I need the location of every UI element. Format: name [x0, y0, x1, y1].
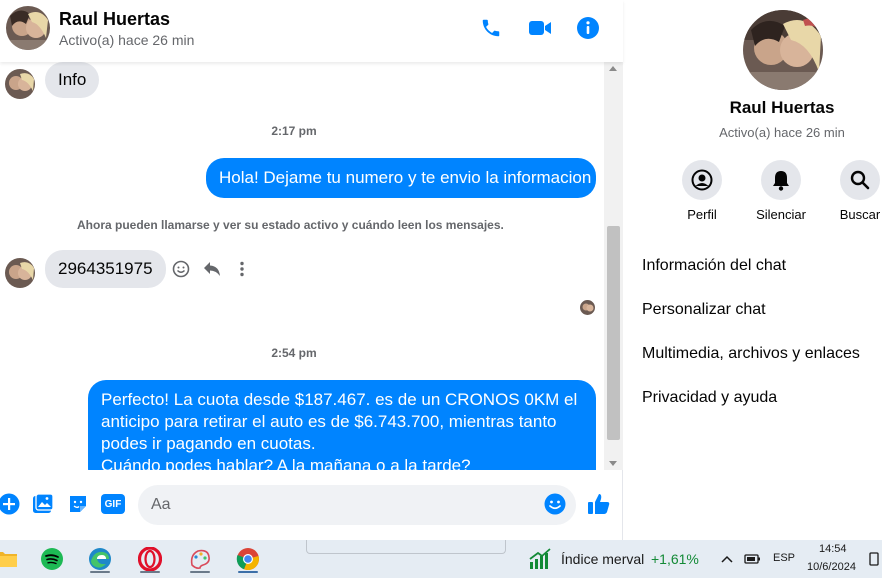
incoming-message-phone[interactable]: 2964351975: [45, 250, 166, 288]
message-line: Perfecto! La cuota desde $187.467. es de…: [101, 390, 578, 409]
stock-change: +1,61%: [651, 551, 699, 567]
composer: GIF: [0, 480, 623, 532]
search-label: Buscar: [839, 207, 881, 222]
profile-icon: [682, 160, 722, 200]
message-scrollbar[interactable]: [604, 62, 623, 470]
contact-avatar-small: [5, 69, 35, 99]
phone-icon[interactable]: [478, 15, 504, 41]
scroll-up-arrow-icon[interactable]: [609, 66, 617, 71]
edge-icon[interactable]: [86, 545, 114, 573]
contact-avatar[interactable]: [6, 6, 50, 50]
outgoing-message-long[interactable]: Perfecto! La cuota desde $187.467. es de…: [88, 380, 596, 470]
message-list[interactable]: Info 2:17 pm Hola! Dejame tu numero y te…: [0, 62, 604, 470]
scroll-down-arrow-icon[interactable]: [609, 461, 617, 466]
customize-chat-menu-item[interactable]: Personalizar chat: [642, 301, 766, 319]
profile-button[interactable]: Perfil: [662, 160, 742, 222]
gif-label: GIF: [101, 494, 125, 514]
media-files-links-menu-item[interactable]: Multimedia, archivos y enlaces: [642, 345, 860, 363]
language-indicator[interactable]: ESP: [773, 552, 795, 564]
file-explorer-icon[interactable]: [0, 545, 20, 573]
notification-icon[interactable]: [866, 545, 882, 573]
timestamp: 2:17 pm: [271, 124, 317, 138]
like-icon[interactable]: [587, 492, 611, 516]
contact-avatar-large[interactable]: [743, 10, 823, 90]
stock-name[interactable]: Índice merval: [561, 551, 644, 567]
app-active-indicator: [238, 571, 258, 573]
profile-label: Perfil: [687, 207, 717, 222]
sticker-icon[interactable]: [66, 492, 90, 516]
react-icon[interactable]: [170, 258, 192, 280]
spotify-icon[interactable]: [38, 545, 66, 573]
stock-chart-icon[interactable]: [526, 545, 554, 573]
contact-status: Activo(a) hace 26 min: [59, 32, 195, 48]
emoji-icon[interactable]: [543, 492, 567, 516]
paint-icon[interactable]: [186, 545, 214, 573]
message-line: podes ir pagando en cuotas.: [101, 434, 316, 453]
chat-header: Raul Huertas Activo(a) hace 26 min: [0, 0, 623, 62]
outgoing-message[interactable]: Hola! Dejame tu numero y te envio la inf…: [206, 158, 596, 198]
gif-icon[interactable]: GIF: [100, 492, 126, 516]
clock-time[interactable]: 14:54: [819, 543, 847, 555]
app-running-indicator: [190, 571, 210, 573]
plus-icon[interactable]: [0, 492, 21, 516]
message-line: anticipo para retirar el auto es de $6.7…: [101, 412, 557, 431]
chat-column: Raul Huertas Activo(a) hace 26 min Info …: [0, 0, 623, 540]
scroll-thumb[interactable]: [607, 226, 620, 440]
panel-contact-name: Raul Huertas: [729, 98, 835, 117]
windows-taskbar: Índice merval +1,61% ESP 14:54 10/6/2024: [0, 540, 882, 578]
gallery-icon[interactable]: [31, 492, 55, 516]
message-input[interactable]: [138, 485, 576, 525]
timestamp-text: 2:54 pm: [271, 346, 317, 360]
privacy-help-menu-item[interactable]: Privacidad y ayuda: [642, 389, 777, 407]
conversation-info-panel: Raul Huertas Activo(a) hace 26 min Perfi…: [624, 0, 882, 540]
info-icon[interactable]: [575, 15, 601, 41]
app-running-indicator: [90, 571, 110, 573]
contact-avatar-small: [5, 258, 35, 288]
read-receipt-avatar: [580, 300, 595, 315]
chat-info-menu-item[interactable]: Información del chat: [642, 257, 786, 275]
video-icon[interactable]: [527, 15, 553, 41]
search-icon: [840, 160, 880, 200]
search-button[interactable]: Buscar: [820, 160, 882, 222]
incoming-message-info[interactable]: Info: [45, 62, 100, 98]
timestamp: 2:54 pm: [0, 346, 596, 360]
system-notice: Ahora pueden llamarse y ver su estado ac…: [77, 218, 504, 232]
chrome-icon[interactable]: [234, 545, 262, 573]
app-running-indicator: [140, 571, 160, 573]
clock-date[interactable]: 10/6/2024: [807, 561, 856, 573]
reply-icon[interactable]: [201, 258, 223, 280]
more-options-icon[interactable]: [231, 258, 253, 280]
chevron-up-icon[interactable]: [716, 545, 738, 573]
panel-contact-status: Activo(a) hace 26 min: [719, 125, 845, 140]
mute-label: Silenciar: [756, 207, 806, 222]
taskbar-search-box[interactable]: [306, 540, 506, 554]
opera-icon[interactable]: [136, 545, 164, 573]
message-line: Cuándo podes hablar? A la mañana o a la …: [101, 456, 471, 470]
bell-icon: [761, 160, 801, 200]
mute-button[interactable]: Silenciar: [741, 160, 821, 222]
battery-icon[interactable]: [741, 545, 763, 573]
contact-name[interactable]: Raul Huertas: [59, 9, 170, 30]
